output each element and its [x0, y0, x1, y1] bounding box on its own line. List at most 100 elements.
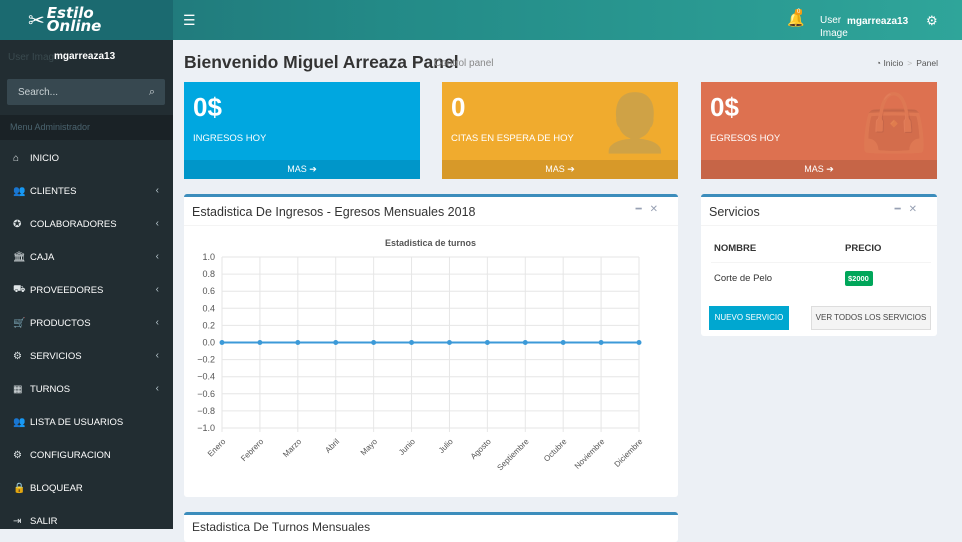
cog-icon: ⚙ [13, 351, 22, 362]
chevron-left-icon: ‹ [155, 383, 159, 394]
sidebar-toggle-icon[interactable]: ☰ [183, 12, 196, 29]
chevron-left-icon: ‹ [155, 218, 159, 229]
users-icon: 👥 [13, 186, 26, 197]
stat-value: 0$ [193, 92, 222, 122]
stat-label: INGRESOS HOY [193, 133, 267, 144]
x-tick-label: Junio [397, 437, 417, 457]
services-table: NOMBRE PRECIO Corte de Pelo $2000 [711, 235, 931, 293]
menu-header: Menu Administrador [0, 115, 173, 140]
sidebar-item-label: SERVICIOS [30, 351, 82, 362]
sidebar-item-label: SALIR [30, 516, 58, 527]
stat-more-link[interactable]: MAS ➔ [184, 160, 420, 179]
sidebar-item-label: CLIENTES [30, 186, 77, 197]
sidebar-item-caja[interactable]: 🏛 CAJA ‹ [0, 241, 173, 274]
minus-icon[interactable]: ━ [636, 204, 650, 215]
header-username[interactable]: mgarreaza13 [847, 16, 908, 27]
breadcrumb: ◔ Inicio > Panel [875, 58, 938, 68]
sidebar-item-bloquear[interactable]: 🔒 BLOQUEAR [0, 472, 173, 505]
arrow-circle-right-icon: ➔ [309, 164, 317, 174]
sidebar-menu: ⌂ INICIO 👥 CLIENTES ‹ ✪ COLABORADORES ‹ 🏛 CAJA ‹ ⛟ P… [0, 142, 173, 538]
line-chart: Estadistica de turnos 1.0 0.8 0.6 0.4 0.2 0.0 −… [197, 238, 645, 473]
stat-box-citas: 0 CITAS EN ESPERA DE HOY 👤 MAS ➔ [442, 82, 678, 179]
data-point [446, 340, 452, 345]
x-tick-label: Enero [206, 437, 228, 459]
x-tick-label: Octubre [542, 437, 569, 464]
close-icon[interactable]: ✕ [650, 204, 666, 215]
sidebar-item-label: INICIO [30, 153, 60, 164]
x-tick-label: Septiembre [495, 437, 531, 473]
lock-icon: 🔒 [13, 483, 26, 494]
data-point [409, 340, 415, 345]
sidebar-item-inicio[interactable]: ⌂ INICIO [0, 142, 173, 175]
user-plus-icon: 👤 [600, 91, 670, 154]
sidebar-item-clientes[interactable]: 👥 CLIENTES ‹ [0, 175, 173, 208]
chart-box: Estadistica De Ingresos - Egresos Mensua… [184, 194, 678, 497]
sidebar-search[interactable]: Search... ⌕ [7, 79, 165, 105]
close-icon[interactable]: ✕ [909, 204, 925, 215]
data-point [371, 340, 377, 345]
x-tick-label: Julio [437, 437, 455, 455]
logo-text-online: Online [46, 17, 102, 35]
y-tick-label: 0.4 [202, 303, 215, 313]
y-tick-label: 0.2 [202, 320, 215, 330]
turnos-box-title: Estadistica De Turnos Mensuales [192, 520, 371, 534]
stat-value: 0 [451, 92, 466, 122]
stat-box-egresos: 0$ EGRESOS HOY 👜 MAS ➔ [701, 82, 937, 179]
sidebar-item-turnos[interactable]: ▦ TURNOS ‹ [0, 373, 173, 406]
home-icon: ⌂ [13, 153, 20, 164]
y-tick-label: −0.2 [197, 355, 215, 365]
minus-icon[interactable]: ━ [895, 204, 909, 215]
stat-more-link[interactable]: MAS ➔ [701, 160, 937, 179]
sidebar-item-label: TURNOS [30, 384, 71, 395]
user-image[interactable]: User Image [820, 14, 850, 40]
x-tick-label: Abril [323, 437, 341, 455]
dashboard-icon: ◔ [875, 58, 882, 68]
scissors-icon: ✂ [28, 9, 45, 32]
sidebar-item-label: LISTA DE USUARIOS [30, 417, 124, 428]
sidebar-item-proveedores[interactable]: ⛟ PROVEEDORES ‹ [0, 274, 173, 307]
arrow-circle-right-icon: ➔ [826, 164, 834, 174]
search-input[interactable]: Search... [18, 87, 58, 98]
chart-title: Estadistica de turnos [385, 238, 476, 248]
shopping-bag-icon: 👜 [859, 91, 929, 154]
view-all-services-button[interactable]: VER TODOS LOS SERVICIOS [811, 306, 931, 330]
cogs-icon[interactable]: ⚙ [926, 13, 938, 29]
new-service-button[interactable]: NUEVO SERVICIO [709, 306, 789, 330]
x-tick-label: Agosto [469, 437, 493, 461]
sidebar-item-salir[interactable]: ⇥ SALIR [0, 505, 173, 538]
sidebar-item-lista-de-usuarios[interactable]: 👥 LISTA DE USUARIOS [0, 406, 173, 439]
arrow-circle-right-icon: ➔ [567, 164, 575, 174]
data-point [219, 340, 225, 345]
stat-more-link[interactable]: MAS ➔ [442, 160, 678, 179]
sidebar-item-label: BLOQUEAR [30, 483, 83, 494]
services-box: Servicios ━✕ NOMBRE PRECIO Corte de Pelo… [701, 194, 937, 336]
sidebar-item-productos[interactable]: 🛒 PRODUCTOS ‹ [0, 307, 173, 340]
col-name: NOMBRE [714, 243, 757, 254]
truck-icon: ⛟ [13, 284, 26, 295]
bank-icon: 🏛 [13, 252, 26, 263]
sidebar-item-servicios[interactable]: ⚙ SERVICIOS ‹ [0, 340, 173, 373]
stat-label: EGRESOS HOY [710, 133, 781, 144]
x-tick-label: Diciembre [613, 437, 645, 469]
data-point [257, 340, 263, 345]
breadcrumb-home[interactable]: Inicio [883, 58, 903, 68]
search-icon[interactable]: ⌕ [149, 86, 155, 99]
y-tick-label: 0.0 [202, 338, 215, 348]
stat-label: CITAS EN ESPERA DE HOY [451, 133, 574, 144]
page-subtitle: Control panel [434, 58, 494, 69]
sidebar-item-colaboradores[interactable]: ✪ COLABORADORES ‹ [0, 208, 173, 241]
breadcrumb-current: Panel [916, 58, 938, 68]
data-point [522, 340, 528, 345]
data-point [560, 340, 566, 345]
page-title: Bienvenido Miguel Arreaza Panel [184, 52, 459, 72]
sidebar-item-label: PRODUCTOS [30, 318, 91, 329]
data-point [333, 340, 339, 345]
chevron-left-icon: ‹ [155, 284, 159, 295]
chevron-left-icon: ‹ [155, 350, 159, 361]
logo[interactable]: ✂ Estilo Online [0, 0, 173, 40]
top-navbar: ✂ Estilo Online ☰ 🔔 0 User Image mgarreaz… [0, 0, 962, 40]
data-point [484, 340, 490, 345]
table-row: Corte de Pelo $2000 [711, 263, 931, 293]
sidebar-item-configuracion[interactable]: ⚙ CONFIGURACION [0, 439, 173, 472]
table-header: NOMBRE PRECIO [711, 235, 931, 263]
